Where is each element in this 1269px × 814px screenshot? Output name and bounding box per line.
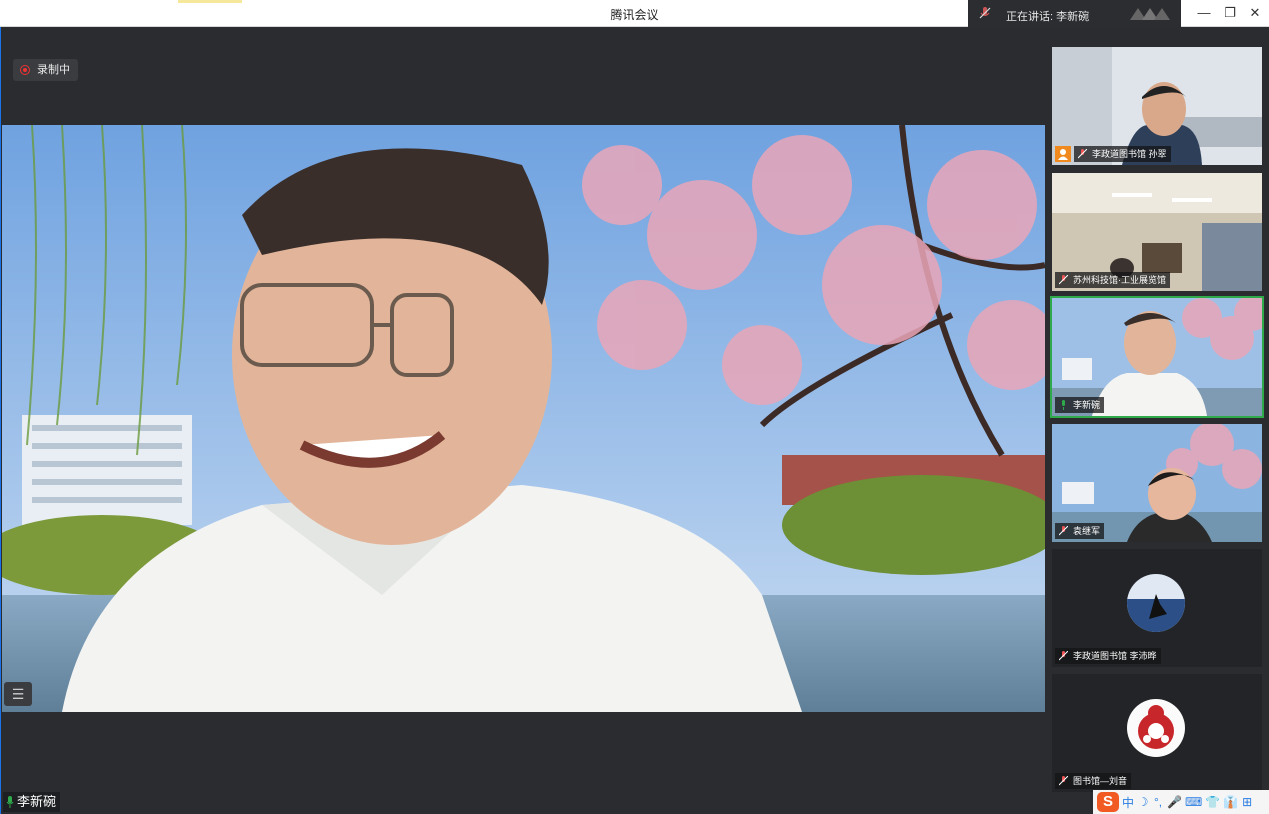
mic-muted-icon — [1078, 149, 1087, 159]
keyboard-icon[interactable]: ⌨ — [1185, 795, 1202, 809]
mic-active-icon — [6, 796, 14, 808]
recording-label: 录制中 — [37, 64, 70, 76]
title-decoration — [178, 0, 242, 3]
participant-name: 苏州科技馆·工业展览馆 — [1073, 275, 1166, 285]
participant-name: 图书馆—刘音 — [1073, 776, 1128, 786]
moon-icon[interactable]: ☽ — [1137, 795, 1149, 809]
title-bar: 腾讯会议 正在讲话: 李新碗 — ❐ ✕ — [0, 0, 1269, 27]
list-menu-button[interactable]: ☰ — [4, 682, 32, 706]
mic-active-icon — [1062, 400, 1065, 410]
host-badge-icon — [1055, 146, 1071, 162]
mic-muted-icon — [1059, 776, 1068, 786]
participant-tile[interactable]: 苏州科技馆·工业展览馆 — [1052, 173, 1262, 291]
speaking-text: 正在讲话: 李新碗 — [1006, 11, 1090, 23]
participant-name: 袁继军 — [1073, 526, 1101, 536]
mic-muted-icon — [979, 7, 991, 19]
participant-name: 李政道图书馆 孙翠 — [1092, 149, 1167, 159]
speaker-name: 李新碗 — [17, 794, 57, 809]
participant-tile[interactable]: 袁继军 — [1052, 424, 1262, 542]
mic-muted-icon — [1059, 526, 1068, 536]
speaker-video — [2, 125, 1045, 712]
toolbox-icon[interactable]: 👔 — [1223, 795, 1238, 809]
participant-tile[interactable]: 李政道图书馆 孙翠 — [1052, 47, 1262, 165]
participant-label: 李政道图书馆 孙翠 — [1074, 146, 1171, 162]
video-scene — [2, 125, 1045, 712]
punctuation-icon[interactable]: °, — [1152, 795, 1164, 809]
ime-toolbar: S 中 ☽ °, 🎤 ⌨ 👕 👔 ⊞ — [1093, 790, 1269, 814]
recording-badge[interactable]: 录制中 — [13, 59, 78, 81]
close-button[interactable]: ✕ — [1244, 4, 1266, 22]
record-icon — [20, 65, 30, 75]
participant-label: 袁继军 — [1055, 523, 1105, 539]
participant-label: 李新碗 — [1055, 397, 1105, 413]
voice-input-icon[interactable]: 🎤 — [1167, 795, 1182, 809]
participant-sidebar: 李政道图书馆 孙翠 苏州科技馆·工业展览馆 李新碗 袁继军 李政道图书馆 李沛晔… — [1045, 27, 1269, 814]
speaker-name-tag: 李新碗 — [3, 792, 61, 812]
signal-icon — [1130, 8, 1170, 20]
minimize-button[interactable]: — — [1193, 4, 1215, 22]
main-stage: 录制中 ☰ 李新碗 — [0, 27, 1045, 814]
participant-tile-active[interactable]: 李新碗 — [1050, 296, 1264, 418]
speaking-indicator: 正在讲话: 李新碗 — [968, 0, 1181, 27]
restore-button[interactable]: ❐ — [1219, 4, 1241, 22]
grid-menu-icon[interactable]: ⊞ — [1241, 795, 1253, 809]
sogou-ime-icon[interactable]: S — [1097, 792, 1119, 812]
participant-label: 苏州科技馆·工业展览馆 — [1055, 272, 1170, 288]
mic-muted-icon — [1059, 651, 1068, 661]
participant-label: 李政道图书馆 李沛晔 — [1055, 648, 1161, 664]
mic-muted-icon — [1059, 275, 1068, 285]
skin-icon[interactable]: 👕 — [1205, 795, 1220, 809]
ime-mode-toggle[interactable]: 中 — [1122, 794, 1134, 811]
participant-label: 图书馆—刘音 — [1055, 773, 1132, 789]
avatar — [1127, 574, 1185, 632]
participant-name: 李新碗 — [1073, 400, 1101, 410]
participant-tile[interactable]: 李政道图书馆 李沛晔 — [1052, 549, 1262, 667]
avatar — [1127, 699, 1185, 757]
participant-tile[interactable]: 图书馆—刘音 — [1052, 674, 1262, 792]
participant-name: 李政道图书馆 李沛晔 — [1073, 651, 1157, 661]
